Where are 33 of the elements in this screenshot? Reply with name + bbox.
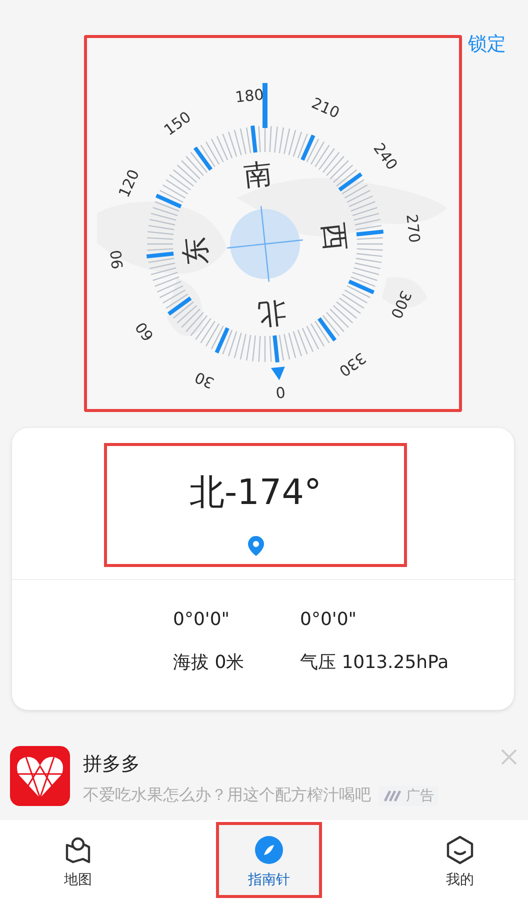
- compass-icon: [254, 835, 284, 865]
- scale-label: 30: [192, 368, 217, 392]
- face-icon: [445, 835, 475, 865]
- scale-label: 300: [386, 288, 416, 322]
- detail-text: 气压 1013.25hPa: [300, 651, 450, 675]
- ad-badge: 广告: [379, 786, 438, 806]
- direction-label: 北: [256, 296, 288, 332]
- scale-label: 90: [106, 249, 127, 270]
- detail-text: 海拔 0米: [173, 651, 246, 675]
- nav-tab[interactable]: 我的: [422, 822, 498, 898]
- scale-label: 330: [336, 348, 370, 380]
- location-pin-icon: [246, 535, 264, 557]
- scale-label: 180: [234, 85, 265, 106]
- app-logo-icon: [10, 746, 70, 806]
- scale-label: 120: [114, 166, 144, 200]
- scale-label: 60: [132, 318, 158, 345]
- scale-label: 210: [308, 94, 342, 122]
- direction-label: 东: [178, 236, 214, 267]
- detail-text: 0°0'0": [173, 608, 231, 632]
- close-icon[interactable]: [500, 748, 518, 766]
- scale-label: 0: [274, 382, 286, 402]
- needle: [262, 83, 268, 128]
- scale-label: 270: [402, 213, 424, 244]
- scale-label: 150: [160, 108, 194, 140]
- nav-tab[interactable]: 指南针: [216, 822, 322, 898]
- map-icon: [63, 835, 93, 865]
- ad-text: 不爱吃水果怎么办？用这个配方榨汁喝吧: [83, 785, 371, 806]
- heading-reading: 北-174°: [190, 473, 322, 513]
- direction-label: 西: [316, 221, 352, 252]
- direction-label: 南: [242, 156, 274, 192]
- ad-title: 拼多多: [83, 752, 141, 777]
- detail-text: 0°0'0": [300, 608, 358, 632]
- nav-tab[interactable]: 地图: [40, 822, 116, 898]
